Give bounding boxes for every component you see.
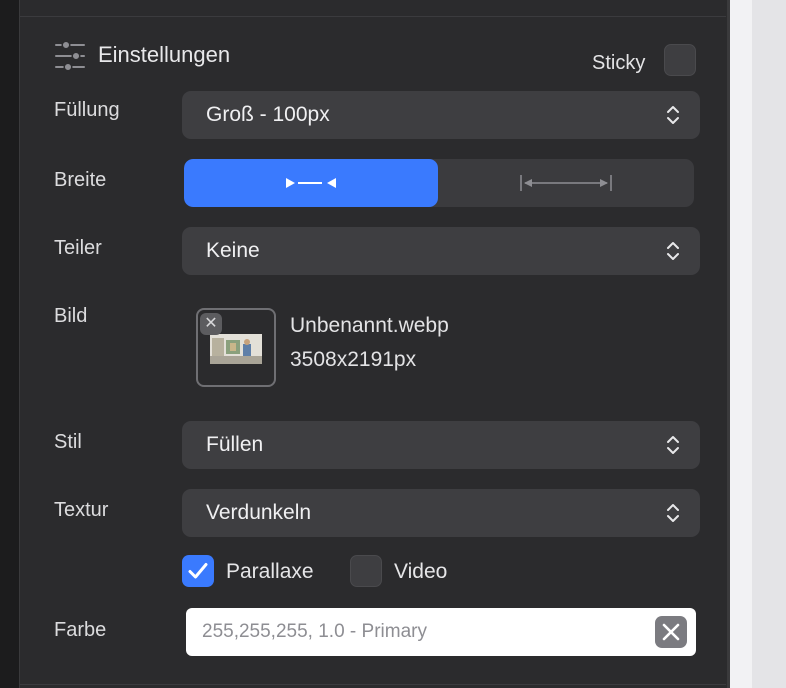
parallaxe-checkbox[interactable]	[182, 555, 214, 587]
image-dimensions: 3508x2191px	[290, 348, 417, 371]
video-label: Video	[394, 560, 448, 583]
farbe-label: Farbe	[54, 619, 107, 641]
stil-value: Füllen	[206, 433, 264, 456]
stil-select[interactable]: Füllen	[182, 421, 700, 469]
chevron-updown-icon	[667, 106, 679, 124]
breite-option-narrow[interactable]	[184, 159, 438, 207]
teiler-value: Keine	[206, 239, 260, 262]
canvas-edge	[752, 0, 786, 688]
textur-label: Textur	[54, 499, 109, 521]
clear-color-button[interactable]	[655, 616, 687, 648]
sliders-icon	[55, 40, 85, 72]
image-preview	[210, 334, 262, 364]
sticky-label: Sticky	[592, 52, 646, 74]
chevron-updown-icon	[667, 504, 679, 522]
breite-label: Breite	[54, 169, 107, 191]
video-checkbox[interactable]	[350, 555, 382, 587]
checkmark-icon	[188, 563, 208, 579]
sticky-checkbox[interactable]	[664, 44, 696, 76]
fuellung-select[interactable]: Groß - 100px	[182, 91, 700, 139]
fuellung-value: Groß - 100px	[206, 103, 330, 126]
breite-option-wide[interactable]	[438, 159, 694, 207]
left-edge	[0, 0, 20, 688]
section-title: Einstellungen	[98, 42, 231, 67]
stil-label: Stil	[54, 431, 82, 453]
remove-image-button[interactable]: ✕	[200, 313, 222, 335]
teiler-label: Teiler	[54, 237, 102, 259]
parallaxe-label: Parallaxe	[226, 560, 314, 583]
textur-select[interactable]: Verdunkeln	[182, 489, 700, 537]
close-icon	[662, 623, 680, 641]
chevron-updown-icon	[667, 242, 679, 260]
textur-value: Verdunkeln	[206, 501, 312, 524]
bild-label: Bild	[54, 305, 88, 327]
image-file-name: Unbenannt.webp	[290, 314, 449, 337]
fuellung-label: Füllung	[54, 99, 120, 121]
chevron-updown-icon	[667, 436, 679, 454]
breite-segmented-control	[184, 159, 694, 207]
canvas-area	[730, 0, 786, 688]
panel-bottom-divider	[20, 684, 726, 685]
collapse-width-icon	[286, 178, 336, 188]
teiler-select[interactable]: Keine	[182, 227, 700, 275]
farbe-input[interactable]	[186, 608, 696, 656]
panel-top-divider	[20, 16, 726, 17]
expand-width-icon	[520, 175, 612, 191]
